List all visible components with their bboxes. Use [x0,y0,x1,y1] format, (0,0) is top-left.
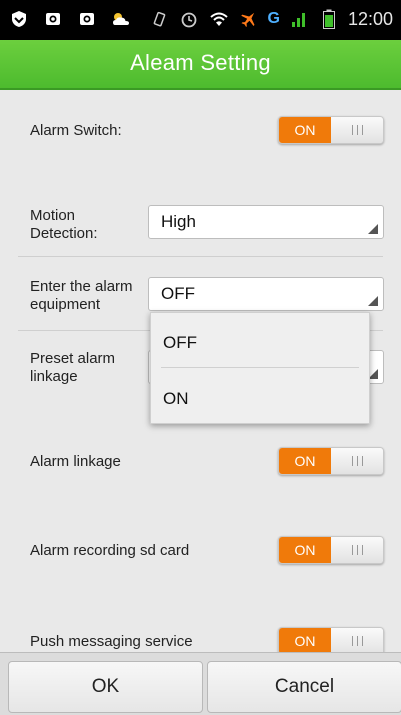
wifi-icon [208,8,230,30]
signal-icon [288,8,310,30]
alarm-switch-toggle[interactable]: ON [278,116,384,144]
camera-icon [76,8,98,30]
airplane-icon [238,8,260,30]
shield-icon [8,8,30,30]
network-type-label: G [267,10,280,27]
motion-detection-select[interactable]: High [148,205,384,239]
motion-detection-label: Motion Detection: [30,207,98,242]
notification-icons [8,8,132,30]
toggle-on-label: ON [279,537,331,563]
cancel-button[interactable]: Cancel [207,661,401,713]
clock-time: 12:00 [347,8,393,29]
camera-icon [42,8,64,30]
alarm-recording-sd-toggle[interactable]: ON [278,536,384,564]
enter-alarm-equipment-label: Enter the alarm equipment [30,278,133,313]
enter-alarm-equipment-value: OFF [161,284,195,303]
alarm-switch-label: Alarm Switch: [30,122,122,139]
alarm-linkage-label: Alarm linkage [30,453,121,470]
toggle-knob [331,117,383,143]
dropdown-option-on[interactable]: ON [163,389,189,409]
toggle-on-label: ON [279,628,331,654]
push-messaging-label: Push messaging service [30,633,193,650]
push-messaging-toggle[interactable]: ON [278,627,384,655]
page-title: Aleam Setting [130,50,271,75]
status-bar: G 12:00 [0,0,401,40]
enter-alarm-equipment-select[interactable]: OFF [148,277,384,311]
cloud-icon [110,8,132,30]
vibrate-icon [148,8,170,30]
alarm-recording-sd-label: Alarm recording sd card [30,542,190,559]
dropdown-arrow-icon [368,296,378,306]
title-bar: Aleam Setting [0,40,401,90]
alarm-linkage-toggle[interactable]: ON [278,447,384,475]
system-icons: G 12:00 [148,8,393,30]
ok-button[interactable]: OK [8,661,203,713]
battery-icon [318,8,340,30]
divider [161,367,359,368]
motion-detection-value: High [161,212,196,231]
toggle-on-label: ON [279,117,331,143]
dropdown-option-off[interactable]: OFF [163,333,197,353]
bottom-action-bar: OK Cancel [0,652,401,715]
toggle-knob [331,537,383,563]
dropdown-arrow-icon [368,224,378,234]
toggle-on-label: ON [279,448,331,474]
divider [18,256,383,257]
toggle-knob [331,448,383,474]
toggle-knob [331,628,383,654]
preset-alarm-linkage-label: Preset alarm linkage [30,350,116,385]
dropdown-popup: OFF ON [150,312,370,424]
alarm-clock-icon [178,8,200,30]
